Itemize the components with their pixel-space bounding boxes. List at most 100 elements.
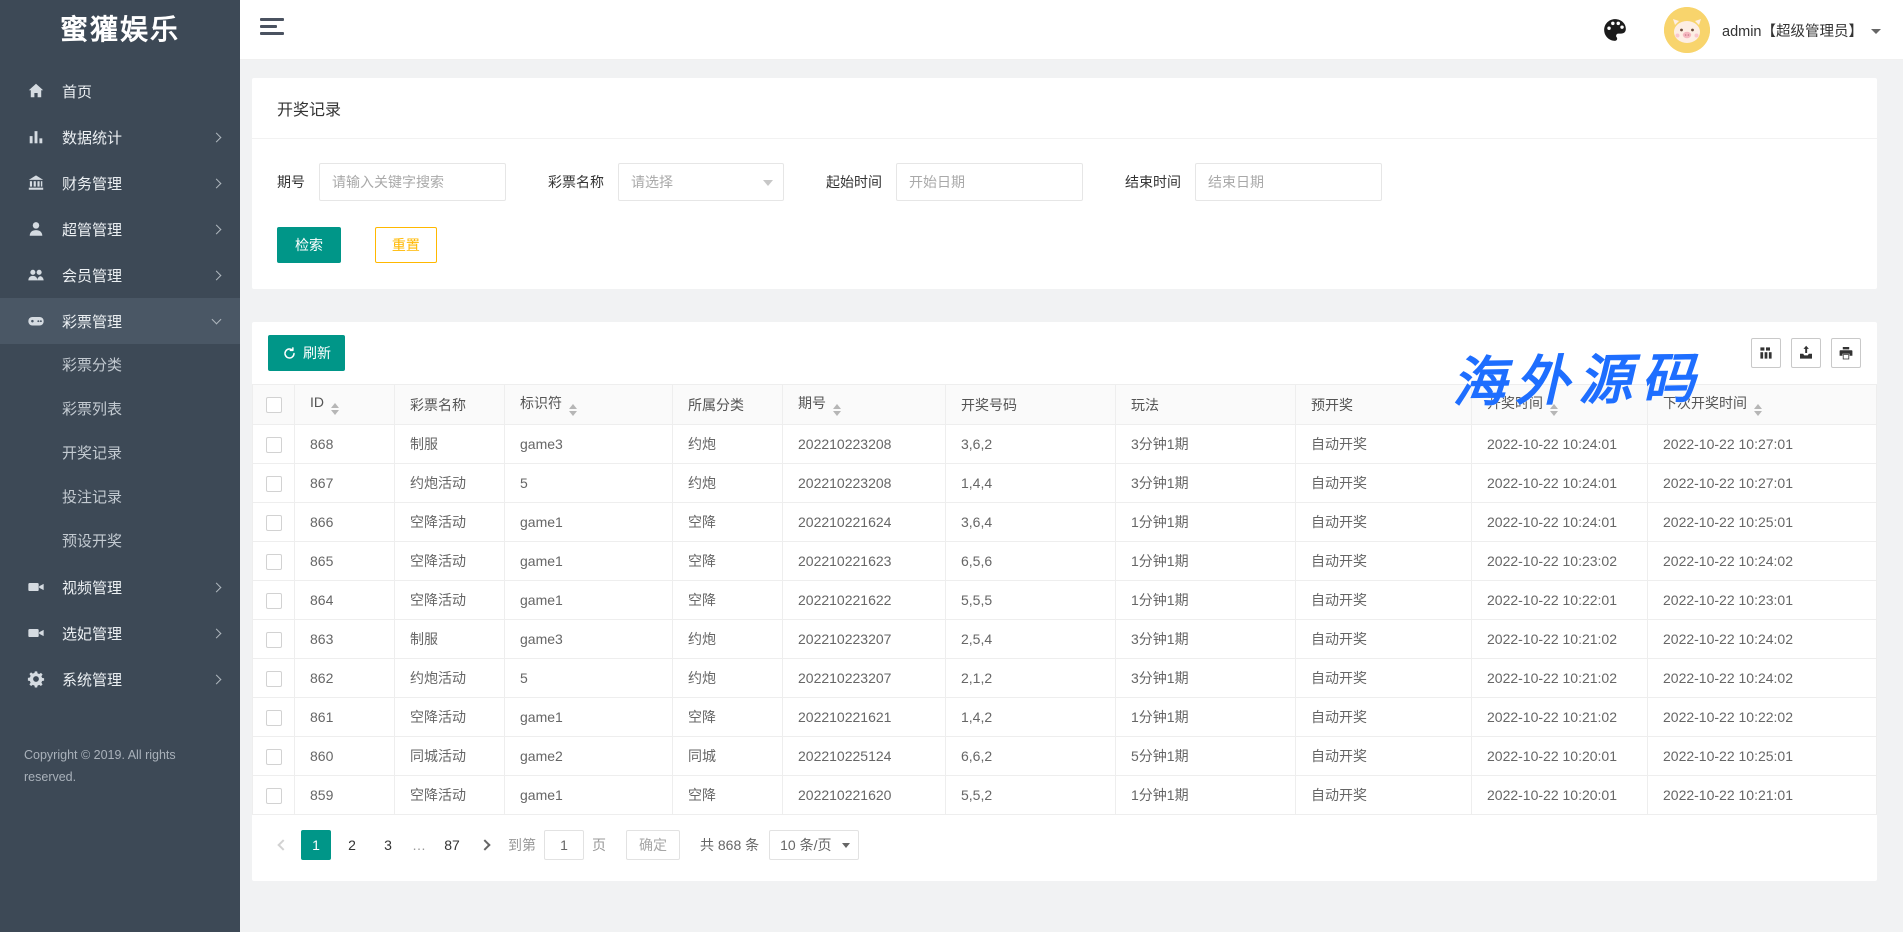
table-cell: 1分钟1期 xyxy=(1116,503,1296,542)
row-checkbox[interactable] xyxy=(266,788,282,804)
print-icon[interactable] xyxy=(1831,338,1861,368)
next-page-button[interactable] xyxy=(470,830,500,860)
page-title: 开奖记录 xyxy=(252,78,1877,139)
sidebar-subitem-bet-records[interactable]: 投注记录 xyxy=(0,476,240,520)
sort-icon[interactable] xyxy=(833,404,841,416)
table-cell: 1,4,4 xyxy=(946,464,1116,503)
col-header-label: ID xyxy=(310,394,324,410)
page-number-3[interactable]: 3 xyxy=(373,830,403,860)
table-cell: game3 xyxy=(505,620,673,659)
table-cell: 2022-10-22 10:27:01 xyxy=(1648,464,1877,503)
export-icon[interactable] xyxy=(1791,338,1821,368)
sidebar-item-superadmin[interactable]: 超管管理 xyxy=(0,206,240,252)
row-checkbox[interactable] xyxy=(266,593,282,609)
row-checkbox[interactable] xyxy=(266,671,282,687)
sidebar-item-home[interactable]: 首页 xyxy=(0,68,240,114)
prev-page-button[interactable] xyxy=(268,830,298,860)
table-cell: 2022-10-22 10:23:02 xyxy=(1472,542,1648,581)
sidebar-item-statistics[interactable]: 数据统计 xyxy=(0,114,240,160)
sidebar-item-concubine[interactable]: 选妃管理 xyxy=(0,610,240,656)
sidebar-item-label: 超管管理 xyxy=(62,219,213,240)
page-number-1[interactable]: 1 xyxy=(301,830,331,860)
table-cell: 2022-10-22 10:24:01 xyxy=(1472,464,1648,503)
table-cell: 6,6,2 xyxy=(946,737,1116,776)
page-number-2[interactable]: 2 xyxy=(337,830,367,860)
table-cell: 同城 xyxy=(673,737,783,776)
jump-page-input[interactable] xyxy=(544,830,584,860)
sort-icon[interactable] xyxy=(1754,404,1762,416)
row-checkbox[interactable] xyxy=(266,437,282,453)
search-button[interactable]: 检索 xyxy=(277,227,341,263)
table-row: 868制服game3约炮2022102232083,6,23分钟1期自动开奖20… xyxy=(253,425,1877,464)
sort-icon[interactable] xyxy=(1550,404,1558,416)
chevron-left-icon xyxy=(277,839,288,850)
col-header-lottery-name[interactable]: 彩票名称 xyxy=(395,385,505,425)
col-header-draw-number[interactable]: 开奖号码 xyxy=(946,385,1116,425)
row-checkbox[interactable] xyxy=(266,710,282,726)
columns-icon[interactable] xyxy=(1751,338,1781,368)
row-checkbox[interactable] xyxy=(266,632,282,648)
sidebar-item-label: 财务管理 xyxy=(62,173,213,194)
table-cell: 2022-10-22 10:24:02 xyxy=(1648,620,1877,659)
table-cell: 2022-10-22 10:21:02 xyxy=(1472,620,1648,659)
table-cell: 2022-10-22 10:24:01 xyxy=(1472,425,1648,464)
row-checkbox[interactable] xyxy=(266,554,282,570)
table-cell: 5分钟1期 xyxy=(1116,737,1296,776)
sidebar-subitem-draw-records[interactable]: 开奖记录 xyxy=(0,432,240,476)
table-cell: 约炮 xyxy=(673,425,783,464)
row-checkbox-cell xyxy=(253,503,295,542)
select-all-checkbox[interactable] xyxy=(266,397,282,413)
issue-search-input[interactable] xyxy=(319,163,506,201)
gamepad-icon xyxy=(26,311,46,331)
start-time-label: 起始时间 xyxy=(826,172,882,192)
col-header-draw-time[interactable]: 开奖时间 xyxy=(1472,385,1648,425)
table-cell: game1 xyxy=(505,581,673,620)
row-checkbox-cell xyxy=(253,737,295,776)
row-checkbox[interactable] xyxy=(266,476,282,492)
col-header-identifier[interactable]: 标识符 xyxy=(505,385,673,425)
table-cell: 867 xyxy=(295,464,395,503)
menu-toggle-icon[interactable] xyxy=(260,18,286,42)
user-menu[interactable]: admin【超级管理员】 xyxy=(1722,20,1881,41)
sidebar-item-label: 会员管理 xyxy=(62,265,213,286)
table-cell: 202210221621 xyxy=(783,698,946,737)
table-cell: 自动开奖 xyxy=(1296,542,1472,581)
submenu-label: 彩票分类 xyxy=(62,357,122,374)
sidebar-item-finance[interactable]: 财务管理 xyxy=(0,160,240,206)
page-number-87[interactable]: 87 xyxy=(437,830,467,860)
row-checkbox[interactable] xyxy=(266,749,282,765)
table-card: 刷新 xyxy=(252,322,1877,881)
start-date-input[interactable] xyxy=(896,163,1083,201)
col-header-issue[interactable]: 期号 xyxy=(783,385,946,425)
table-cell: 2022-10-22 10:22:01 xyxy=(1472,581,1648,620)
chevron-right-icon xyxy=(212,582,222,592)
table-cell: 空降 xyxy=(673,581,783,620)
sidebar-item-label: 视频管理 xyxy=(62,577,213,598)
refresh-button[interactable]: 刷新 xyxy=(268,335,345,371)
sidebar-item-system[interactable]: 系统管理 xyxy=(0,656,240,702)
col-header-pre-draw[interactable]: 预开奖 xyxy=(1296,385,1472,425)
sidebar-item-lottery[interactable]: 彩票管理 xyxy=(0,298,240,344)
lottery-name-select[interactable]: 请选择 xyxy=(618,163,784,201)
theme-palette-icon[interactable] xyxy=(1602,17,1628,43)
col-header-category[interactable]: 所属分类 xyxy=(673,385,783,425)
user-avatar[interactable] xyxy=(1664,7,1710,53)
reset-button[interactable]: 重置 xyxy=(375,227,437,263)
sort-icon[interactable] xyxy=(331,403,339,415)
col-header-play-type[interactable]: 玩法 xyxy=(1116,385,1296,425)
row-checkbox[interactable] xyxy=(266,515,282,531)
sidebar-subitem-preset-draw[interactable]: 预设开奖 xyxy=(0,520,240,564)
sidebar-subitem-lottery-category[interactable]: 彩票分类 xyxy=(0,344,240,388)
col-header-id[interactable]: ID xyxy=(295,385,395,425)
table-cell: 863 xyxy=(295,620,395,659)
jump-confirm-button[interactable]: 确定 xyxy=(626,830,680,860)
col-header-next-draw-time[interactable]: 下次开奖时间 xyxy=(1648,385,1877,425)
chevron-right-icon xyxy=(212,224,222,234)
sort-icon[interactable] xyxy=(569,404,577,416)
sidebar-subitem-lottery-list[interactable]: 彩票列表 xyxy=(0,388,240,432)
page-size-select[interactable]: 10 条/页 xyxy=(769,830,858,860)
copyright-text: Copyright © 2019. All rights reserved. xyxy=(24,744,194,788)
sidebar-item-video[interactable]: 视频管理 xyxy=(0,564,240,610)
end-date-input[interactable] xyxy=(1195,163,1382,201)
sidebar-item-members[interactable]: 会员管理 xyxy=(0,252,240,298)
